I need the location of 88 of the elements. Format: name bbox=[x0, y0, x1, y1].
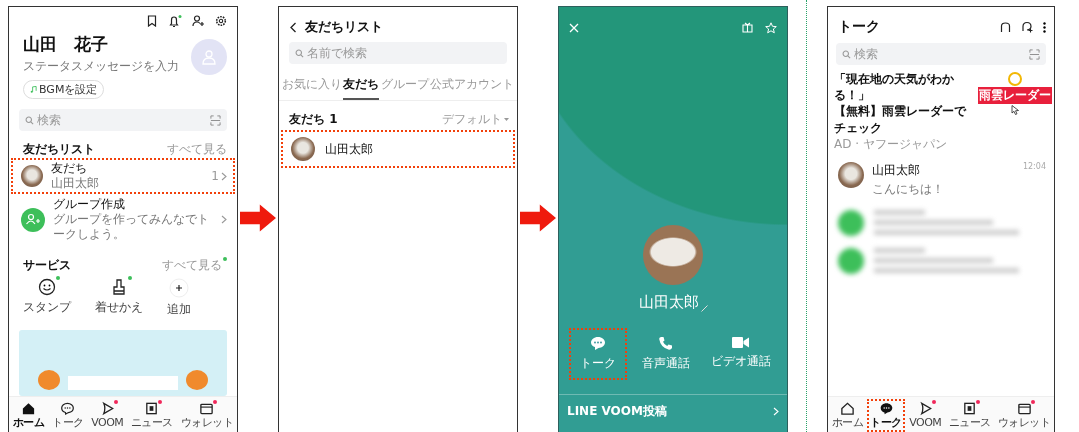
banner-illustration[interactable] bbox=[19, 330, 227, 396]
right-arrow-icon bbox=[520, 204, 556, 232]
chat-time: 12:04 bbox=[1022, 161, 1046, 173]
ad-logo-icon bbox=[1008, 72, 1022, 86]
chat-message: こんにちは！ bbox=[872, 180, 945, 198]
scan-icon[interactable] bbox=[210, 114, 221, 126]
back-icon[interactable] bbox=[289, 21, 297, 33]
avatar-photo bbox=[291, 137, 315, 161]
nav-tab[interactable]: ウォレット bbox=[177, 399, 237, 432]
newspaper-icon bbox=[962, 401, 978, 417]
ad-text[interactable]: 【無料】雨雲レーダーでチェック bbox=[834, 103, 976, 136]
nav-tab[interactable]: VOOM bbox=[88, 399, 127, 432]
nav-tab[interactable]: VOOM bbox=[906, 399, 945, 432]
service-item[interactable]: スタンプ bbox=[23, 278, 71, 318]
profile-name: 山田 花子 bbox=[23, 33, 109, 56]
friend-count: 1 bbox=[211, 169, 219, 183]
newspaper-icon bbox=[144, 401, 160, 417]
avatar-photo bbox=[838, 161, 864, 188]
profile-name: 山田太郎 bbox=[638, 293, 699, 312]
ad-sponsor: AD · ヤフージャパン bbox=[834, 135, 948, 152]
phone-icon bbox=[658, 336, 674, 351]
paintbrush-icon bbox=[110, 278, 128, 296]
bell-icon[interactable] bbox=[168, 15, 182, 28]
avatar-photo bbox=[643, 225, 703, 285]
caret-icon bbox=[504, 117, 509, 122]
friend-name: 山田太郎 bbox=[325, 140, 373, 158]
search-icon bbox=[842, 49, 851, 59]
plus-icon bbox=[169, 278, 189, 298]
close-icon[interactable] bbox=[569, 23, 579, 33]
gift-icon[interactable] bbox=[742, 22, 753, 33]
nav-tab[interactable]: ニュース bbox=[128, 399, 176, 432]
wallet-icon bbox=[199, 401, 215, 417]
service-item[interactable]: 着せかえ bbox=[95, 278, 143, 318]
smiley-icon bbox=[38, 278, 56, 296]
group-add-icon bbox=[21, 207, 45, 232]
chevron-right-icon bbox=[221, 215, 227, 224]
cursor-icon bbox=[1010, 105, 1020, 115]
search-field[interactable]: 名前で検索 bbox=[289, 42, 507, 64]
status-message[interactable]: ステータスメッセージを入力 bbox=[23, 58, 191, 75]
friend-row[interactable]: 山田太郎 bbox=[281, 130, 515, 168]
service-item[interactable]: 追加 bbox=[167, 278, 191, 318]
chevron-right-icon[interactable] bbox=[773, 407, 779, 416]
search-icon bbox=[295, 48, 304, 58]
add-friend-icon[interactable] bbox=[192, 15, 205, 27]
section-title: 友だち 1 bbox=[289, 111, 338, 128]
list-row[interactable]: グループ作成 グループを作ってみんなでトークしよう。 bbox=[11, 194, 235, 245]
nav-tab[interactable]: ニュース bbox=[945, 399, 994, 432]
video-camera-icon bbox=[732, 336, 750, 349]
ad-text[interactable]: 「現在地の天気がわかる！」 bbox=[834, 71, 976, 104]
search-icon bbox=[25, 115, 34, 125]
person-icon bbox=[201, 49, 217, 65]
section-title: 友だちリスト bbox=[23, 141, 95, 158]
avatar-photo bbox=[21, 165, 43, 187]
bookmark-icon[interactable] bbox=[146, 15, 158, 27]
nav-tab[interactable]: トーク bbox=[867, 399, 905, 432]
chat-name[interactable]: 山田太郎 bbox=[872, 161, 1015, 179]
chevron-right-icon bbox=[221, 171, 227, 181]
new-chat-icon[interactable] bbox=[1021, 21, 1033, 33]
section-title: サービス bbox=[23, 257, 71, 274]
home-icon bbox=[21, 401, 37, 417]
tab[interactable]: 友だち bbox=[343, 70, 380, 100]
more-icon[interactable] bbox=[1043, 21, 1046, 33]
search-field[interactable]: 検索 bbox=[836, 43, 1046, 65]
nav-tab[interactable]: ホーム bbox=[9, 399, 48, 432]
nav-tab[interactable]: ウォレット bbox=[994, 399, 1054, 432]
settings-icon[interactable] bbox=[215, 15, 227, 27]
search-field[interactable]: 検索 bbox=[19, 109, 227, 131]
ad-label: 雨雲レーダー bbox=[978, 87, 1052, 104]
chat-bubble-icon bbox=[590, 336, 607, 351]
row-title: 友だち bbox=[51, 161, 88, 176]
nav-tab[interactable]: トーク bbox=[49, 399, 87, 432]
row-title: グループ作成 bbox=[53, 197, 126, 212]
screen-title: 友だちリスト bbox=[305, 18, 383, 36]
home-icon bbox=[839, 401, 855, 417]
wallet-icon bbox=[1016, 401, 1032, 417]
list-row[interactable]: 友だち 山田太郎 1 bbox=[11, 158, 235, 194]
scan-icon[interactable] bbox=[1029, 48, 1040, 60]
chat-bubble-icon bbox=[878, 401, 894, 417]
nav-tab[interactable]: ホーム bbox=[828, 399, 867, 432]
screen-title: トーク bbox=[838, 18, 880, 36]
bgm-button[interactable]: BGMを設定 bbox=[23, 80, 105, 99]
right-arrow-icon bbox=[240, 204, 276, 232]
chat-bubble-icon bbox=[60, 401, 76, 417]
star-icon[interactable] bbox=[765, 22, 777, 34]
row-subtitle: 山田太郎 bbox=[51, 176, 100, 191]
row-subtitle: グループを作ってみんなでトークしよう。 bbox=[53, 212, 210, 242]
pencil-icon[interactable] bbox=[700, 305, 708, 312]
music-note-icon bbox=[30, 86, 37, 93]
